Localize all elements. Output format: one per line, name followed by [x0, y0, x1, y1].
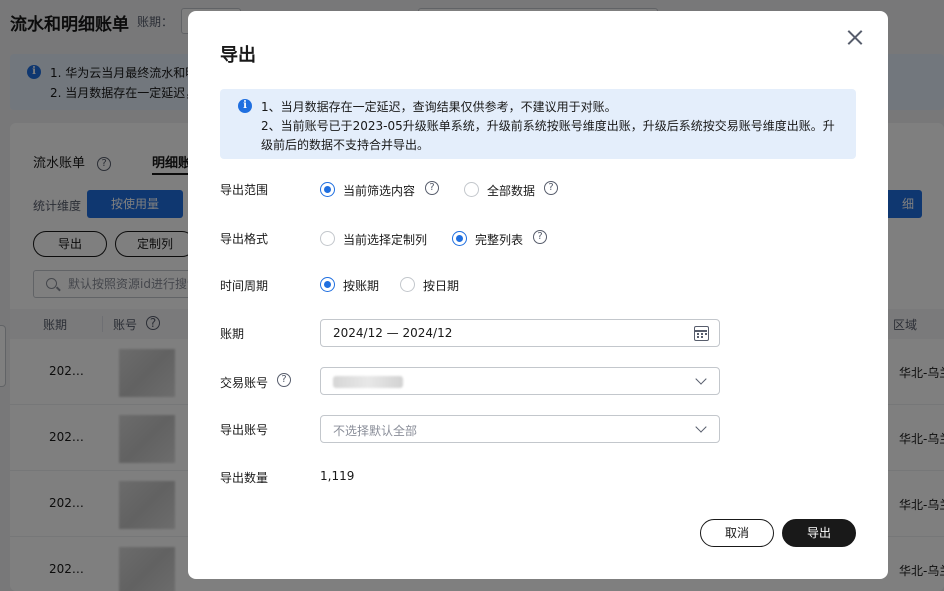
scope-option-label[interactable]: 当前筛选内容	[343, 182, 415, 199]
cycle-radio-date[interactable]	[400, 277, 415, 292]
trade-account-label: 交易账号	[220, 376, 269, 390]
help-icon[interactable]: ?	[533, 230, 547, 244]
format-label: 导出格式	[220, 232, 269, 246]
count-label: 导出数量	[220, 471, 269, 485]
cancel-button[interactable]: 取消	[700, 519, 774, 547]
cycle-option-label[interactable]: 按日期	[423, 277, 459, 294]
cycle-radio-period[interactable]	[320, 277, 335, 292]
export-account-placeholder: 不选择默认全部	[333, 424, 418, 438]
info-icon: i	[238, 99, 252, 113]
period-value: 2024/12 — 2024/12	[333, 326, 453, 340]
scope-radio-current[interactable]	[320, 182, 335, 197]
scope-radio-all[interactable]	[464, 182, 479, 197]
close-icon[interactable]	[844, 27, 866, 49]
dialog-notice: i 1、当月数据存在一定延迟，查询结果仅供参考，不建议用于对账。 2、当前账号已…	[220, 89, 856, 159]
format-radio-custom[interactable]	[320, 231, 335, 246]
trade-account-select[interactable]	[320, 367, 720, 395]
export-count: 1,119	[320, 469, 355, 483]
chevron-down-icon	[695, 373, 707, 385]
help-icon[interactable]: ?	[544, 181, 558, 195]
help-icon[interactable]: ?	[277, 373, 291, 387]
export-dialog: 导出 i 1、当月数据存在一定延迟，查询结果仅供参考，不建议用于对账。 2、当前…	[188, 11, 888, 579]
notice-line: 1、当月数据存在一定延迟，查询结果仅供参考，不建议用于对账。	[261, 100, 617, 114]
dialog-title: 导出	[220, 45, 256, 66]
export-account-select[interactable]: 不选择默认全部	[320, 415, 720, 443]
format-option-label[interactable]: 完整列表	[475, 231, 523, 248]
cycle-option-label[interactable]: 按账期	[343, 277, 379, 294]
format-option-label[interactable]: 当前选择定制列	[343, 231, 427, 248]
export-button[interactable]: 导出	[782, 519, 856, 547]
blurred-account-value	[333, 376, 403, 388]
period-field-label: 账期	[220, 327, 245, 341]
format-radio-full[interactable]	[452, 231, 467, 246]
help-icon[interactable]: ?	[425, 181, 439, 195]
scope-option-label[interactable]: 全部数据	[487, 182, 535, 199]
cycle-label: 时间周期	[220, 279, 269, 293]
export-account-label: 导出账号	[220, 423, 269, 437]
scope-label: 导出范围	[220, 183, 269, 197]
period-range-input[interactable]: 2024/12 — 2024/12	[320, 319, 720, 347]
chevron-down-icon	[695, 421, 707, 433]
notice-line: 级前后的数据不支持合并导出。	[261, 138, 430, 152]
notice-line: 2、当前账号已于2023-05升级账单系统，升级前系统按账号维度出账，升级后系统…	[261, 119, 835, 133]
calendar-icon	[694, 326, 709, 341]
